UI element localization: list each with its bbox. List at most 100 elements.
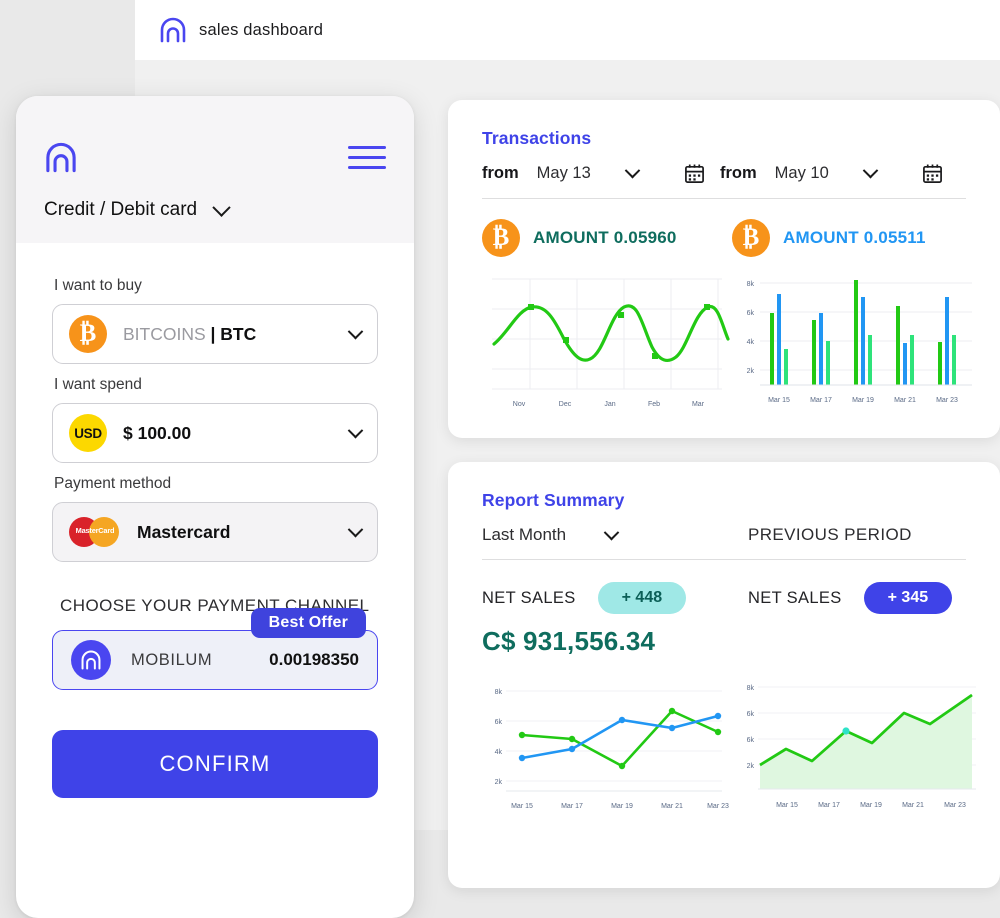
chart-tx-wave-line: Nov Dec Jan Feb Mar [482,267,732,422]
kpi-current-badge: + 448 [597,582,687,614]
spend-amount-value: $ 100.00 [123,422,192,443]
svg-text:8k: 8k [747,281,755,288]
chevron-down-icon [212,197,231,217]
buy-label: I want to buy [54,277,142,294]
svg-text:Mar 19: Mar 19 [852,397,874,404]
buy-crypto-card: Credit / Debit card I want to buy ₿ BITC… [16,96,414,918]
transactions-filter-row: from May 13 from May 10 [482,162,966,199]
svg-text:Mar 15: Mar 15 [511,803,533,810]
payment-type-select[interactable]: Credit / Debit card [44,197,386,221]
svg-text:Mar 17: Mar 17 [810,397,832,404]
transactions-title: Transactions [482,128,592,148]
hamburger-menu-icon[interactable] [348,145,386,170]
payment-channel-wrapper: Best Offer MOBILUM 0.00198350 [52,608,378,690]
payment-method-value: Mastercard [137,521,231,542]
screen: sales dashboard Credit / Debit card I wa… [0,0,1000,918]
report-kpi-row: NET SALES + 448 NET SALES + 345 [482,582,966,614]
buy-currency-code: | BTC [210,323,257,344]
svg-text:2k: 2k [747,763,755,770]
svg-text:Dec: Dec [559,401,572,408]
svg-text:6k: 6k [747,737,755,744]
spend-amount-field[interactable]: USD $ 100.00 [52,403,378,463]
svg-text:8k: 8k [495,689,503,696]
svg-text:6k: 6k [747,310,755,317]
svg-text:6k: 6k [747,711,755,718]
transaction-amount-2: ₿ AMOUNT 0.05511 [732,219,926,257]
payment-channel-mobilum[interactable]: MOBILUM 0.00198350 [52,630,378,690]
transactions-charts: Nov Dec Jan Feb Mar 8k 6k 4k 2k Mar 15 M… [482,267,972,422]
svg-text:Feb: Feb [648,401,660,408]
spend-label: I want spend [54,376,142,393]
mobilum-circle-icon [71,640,111,680]
svg-text:Nov: Nov [513,401,526,408]
svg-text:Mar 23: Mar 23 [944,802,966,809]
chevron-down-icon [347,323,364,339]
date-filter-2[interactable]: from May 10 [720,162,943,184]
report-title: Report Summary [482,490,625,510]
kpi-current: NET SALES + 448 [482,582,748,614]
mobilum-m-logo-icon [159,17,187,43]
svg-text:Mar 15: Mar 15 [776,802,798,809]
svg-text:Mar 19: Mar 19 [611,803,633,810]
chart-report-dual-line: 8k 6k 4k 2k Mar 15 Mar 17 Mar 19 Mar 21 … [482,673,732,828]
date-filter-2-label: from [720,164,757,182]
report-filter-row: Last Month PREVIOUS PERIOD [482,524,966,560]
svg-text:2k: 2k [495,779,503,786]
svg-text:Mar 17: Mar 17 [818,802,840,809]
chart-report-area: 8k 6k 6k 2k Mar 15 Mar 17 Mar 19 Mar 21 … [732,673,982,828]
svg-text:Mar 21: Mar 21 [661,803,683,810]
calendar-icon[interactable] [684,163,705,184]
payment-method-select[interactable]: MasterCard Mastercard [52,502,378,562]
bitcoin-icon: ₿ [732,219,770,257]
confirm-button[interactable]: CONFIRM [52,730,378,798]
chart-tx-grouped-bars: 8k 6k 4k 2k Mar 15 Mar 17 Mar 19 Mar 21 … [732,267,982,422]
payment-method-label: Payment method [54,475,172,492]
chevron-down-icon [347,422,364,438]
buy-currency-select[interactable]: ₿ BITCOINS | BTC [52,304,378,364]
report-period-value: Last Month [482,525,567,544]
transaction-amount-2-label: AMOUNT 0.05511 [783,228,926,247]
report-charts: 8k 6k 4k 2k Mar 15 Mar 17 Mar 19 Mar 21 … [482,673,976,828]
report-summary-panel: Report Summary Last Month PREVIOUS PERIO… [448,462,1000,888]
kpi-current-label: NET SALES [482,588,576,607]
bitcoin-icon: ₿ [69,315,107,353]
transactions-panel: Transactions from May 13 from May 10 ₿ A… [448,100,1000,438]
svg-text:4k: 4k [495,749,503,756]
calendar-icon[interactable] [922,163,943,184]
svg-text:Mar: Mar [692,401,705,408]
payment-channel-name: MOBILUM [131,650,213,669]
svg-text:Mar 17: Mar 17 [561,803,583,810]
mobilum-m-logo-icon [44,142,78,173]
transaction-amount-1-label: AMOUNT 0.05960 [533,228,677,247]
report-period-select[interactable]: Last Month [482,524,748,545]
buy-currency-name: BITCOINS [123,323,206,344]
svg-text:Mar 19: Mar 19 [860,802,882,809]
chevron-down-icon [624,162,641,179]
previous-period-label: PREVIOUS PERIOD [748,525,912,544]
svg-text:4k: 4k [747,339,755,346]
transactions-amount-row: ₿ AMOUNT 0.05960 ₿ AMOUNT 0.05511 [482,219,966,257]
chevron-down-icon [862,162,879,179]
svg-text:Mar 23: Mar 23 [936,397,958,404]
chevron-down-icon [603,524,620,540]
page-title: sales dashboard [199,20,324,39]
kpi-current-value: C$ 931,556.34 [482,626,656,656]
background-corner-left [0,0,135,60]
svg-text:6k: 6k [495,719,503,726]
svg-text:Mar 21: Mar 21 [894,397,916,404]
svg-text:Mar 15: Mar 15 [768,397,790,404]
mastercard-icon: MasterCard [69,515,121,549]
date-filter-2-value: May 10 [774,164,829,182]
date-filter-1[interactable]: from May 13 [482,162,720,184]
transaction-amount-1: ₿ AMOUNT 0.05960 [482,219,732,257]
payment-channel-rate: 0.00198350 [269,650,359,669]
date-filter-1-value: May 13 [536,164,591,182]
kpi-previous-badge: + 345 [863,582,953,614]
chevron-down-icon [347,521,364,537]
topbar: sales dashboard [135,0,1000,60]
svg-text:2k: 2k [747,368,755,375]
kpi-previous-label: NET SALES [748,588,842,607]
svg-text:Mar 23: Mar 23 [707,803,729,810]
date-filter-1-label: from [482,164,519,182]
buy-currency-value: BITCOINS | BTC [123,324,334,345]
